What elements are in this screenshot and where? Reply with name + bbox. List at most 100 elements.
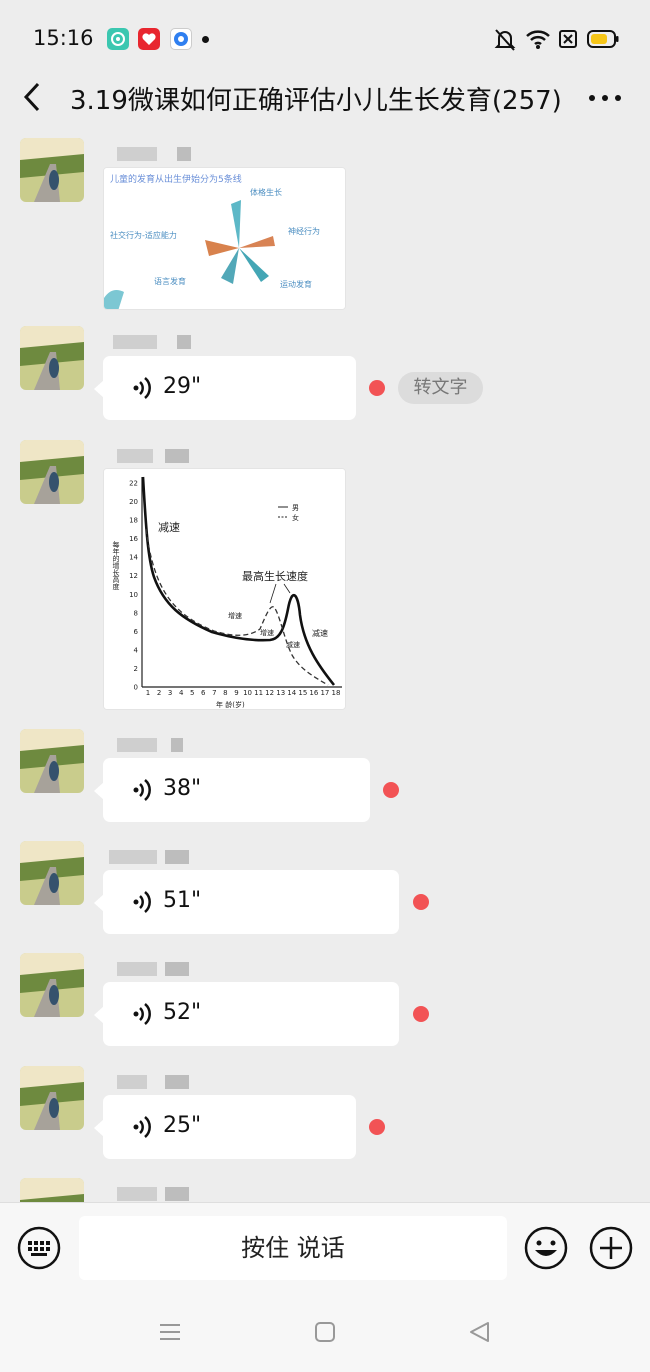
x-tick-label: 8 bbox=[223, 689, 227, 697]
y-tick-label: 22 bbox=[129, 480, 138, 488]
voice-wave-icon bbox=[133, 377, 151, 399]
y-tick-label: 0 bbox=[134, 684, 138, 692]
status-time: 15:16 bbox=[33, 26, 94, 50]
voice-bubble[interactable]: 25" bbox=[94, 1095, 356, 1159]
sender-name-redacted bbox=[103, 845, 198, 867]
sender-name-redacted bbox=[103, 142, 198, 164]
avatar[interactable] bbox=[20, 841, 84, 905]
unread-dot bbox=[383, 782, 399, 798]
x-tick-label: 12 bbox=[265, 689, 274, 697]
battery-icon bbox=[587, 30, 619, 48]
message-image: 0 2 4 6 8 10 12 14 16 18 20 22 1 2 3 4 5 6 7 8 9 10 11 12 13 14 1… bbox=[0, 440, 650, 720]
avatar[interactable] bbox=[20, 138, 84, 202]
x-tick-label: 10 bbox=[243, 689, 252, 697]
voice-duration: 51" bbox=[163, 888, 202, 913]
x-tick-label: 6 bbox=[201, 689, 206, 697]
input-bar: 按住 说话 bbox=[0, 1202, 650, 1298]
x-tick-label: 9 bbox=[234, 689, 238, 697]
label-body-growth: 体格生长 bbox=[250, 187, 282, 197]
message-partial bbox=[0, 1178, 650, 1202]
image-message[interactable]: 儿童的发育从出生伊始分为5条线 体格生长 神经行为 运动发育 语言发育 社交行为… bbox=[103, 167, 346, 310]
avatar[interactable] bbox=[20, 953, 84, 1017]
sender-name-redacted bbox=[103, 1070, 198, 1092]
image-message[interactable]: 0 2 4 6 8 10 12 14 16 18 20 22 1 2 3 4 5 6 7 8 9 10 11 12 13 14 1… bbox=[103, 468, 346, 710]
mute-bell-icon bbox=[494, 29, 516, 51]
y-tick-label: 10 bbox=[129, 591, 138, 599]
voice-bubble[interactable]: 29" bbox=[94, 356, 356, 420]
y-tick-label: 16 bbox=[129, 535, 138, 543]
unread-dot bbox=[369, 1119, 385, 1135]
avatar[interactable] bbox=[20, 729, 84, 793]
voice-bubble[interactable]: 38" bbox=[94, 758, 370, 822]
voice-wave-icon bbox=[133, 1116, 151, 1138]
browser-app-icon bbox=[170, 28, 192, 50]
avatar[interactable] bbox=[20, 326, 84, 390]
transcribe-button[interactable]: 转文字 bbox=[398, 372, 483, 404]
hold-to-talk-button[interactable]: 按住 说话 bbox=[79, 1216, 507, 1280]
legend-male: 男 bbox=[292, 504, 299, 512]
y-tick-label: 14 bbox=[129, 554, 138, 562]
voice-wave-icon bbox=[133, 779, 151, 801]
message-voice: 29" 转文字 bbox=[0, 326, 650, 426]
x-tick-label: 7 bbox=[212, 689, 216, 697]
avatar[interactable] bbox=[20, 440, 84, 504]
heart-app-icon bbox=[138, 28, 160, 50]
x-tick-label: 15 bbox=[298, 689, 307, 697]
message-voice: 52" bbox=[0, 953, 650, 1053]
annotation-decelerate-2: 减速 bbox=[286, 640, 300, 649]
voice-bubble[interactable]: 52" bbox=[94, 982, 399, 1046]
no-sim-icon bbox=[559, 30, 577, 48]
y-tick-label: 8 bbox=[134, 609, 138, 617]
x-tick-label: 18 bbox=[332, 689, 341, 697]
sender-name-redacted bbox=[103, 1182, 198, 1202]
notification-dot bbox=[202, 36, 209, 43]
x-tick-label: 5 bbox=[190, 689, 194, 697]
voice-bubble[interactable]: 51" bbox=[94, 870, 399, 934]
voice-duration: 52" bbox=[163, 1000, 202, 1025]
emoji-icon[interactable] bbox=[524, 1226, 568, 1270]
chat-message-list[interactable]: 儿童的发育从出生伊始分为5条线 体格生长 神经行为 运动发育 语言发育 社交行为… bbox=[0, 135, 650, 1202]
menu-icon[interactable] bbox=[158, 1320, 182, 1344]
wifi-icon bbox=[526, 30, 550, 49]
message-voice: 25" bbox=[0, 1066, 650, 1166]
annotation-peak-velocity: 最高生长速度 bbox=[242, 569, 308, 583]
annotation-accelerate-2: 增速 bbox=[260, 628, 274, 637]
x-tick-label: 14 bbox=[287, 689, 296, 697]
message-voice: 38" bbox=[0, 729, 650, 829]
label-motor-development: 运动发育 bbox=[280, 279, 312, 289]
avatar[interactable] bbox=[20, 1178, 84, 1202]
x-tick-label: 17 bbox=[320, 689, 329, 697]
chart-ylabel: 每年的增长高度 bbox=[112, 540, 120, 591]
more-dots-icon[interactable] bbox=[586, 86, 624, 110]
unread-dot bbox=[413, 894, 429, 910]
y-tick-label: 2 bbox=[134, 665, 138, 673]
back-triangle-icon[interactable] bbox=[467, 1320, 491, 1344]
annotation-decelerate-1: 减速 bbox=[158, 521, 180, 534]
keyboard-icon[interactable] bbox=[17, 1226, 61, 1270]
message-voice: 51" bbox=[0, 841, 650, 941]
y-tick-label: 4 bbox=[134, 646, 139, 654]
chart-xlabel: 年 龄(岁) bbox=[216, 700, 245, 709]
y-tick-label: 6 bbox=[134, 628, 139, 636]
y-tick-label: 20 bbox=[129, 498, 138, 506]
unread-dot bbox=[413, 1006, 429, 1022]
sender-name-redacted bbox=[103, 330, 198, 352]
sender-name-redacted bbox=[103, 444, 198, 466]
voice-wave-icon bbox=[133, 891, 151, 913]
voice-duration: 38" bbox=[163, 776, 202, 801]
messages-app-icon bbox=[107, 28, 129, 50]
x-tick-label: 13 bbox=[276, 689, 285, 697]
label-neuro-behavior: 神经行为 bbox=[288, 226, 320, 236]
x-tick-label: 11 bbox=[254, 689, 263, 697]
label-social-adaptive: 社交行为-适应能力 bbox=[110, 230, 177, 240]
home-icon[interactable] bbox=[313, 1320, 337, 1344]
x-tick-label: 16 bbox=[309, 689, 318, 697]
voice-wave-icon bbox=[133, 1003, 151, 1025]
annotation-accelerate-1: 增速 bbox=[228, 611, 242, 620]
avatar[interactable] bbox=[20, 1066, 84, 1130]
y-tick-label: 18 bbox=[129, 517, 138, 525]
status-bar: 15:16 bbox=[0, 0, 650, 80]
plus-icon[interactable] bbox=[589, 1226, 633, 1270]
label-language-development: 语言发育 bbox=[154, 276, 186, 286]
chevron-left-icon[interactable] bbox=[18, 80, 48, 114]
